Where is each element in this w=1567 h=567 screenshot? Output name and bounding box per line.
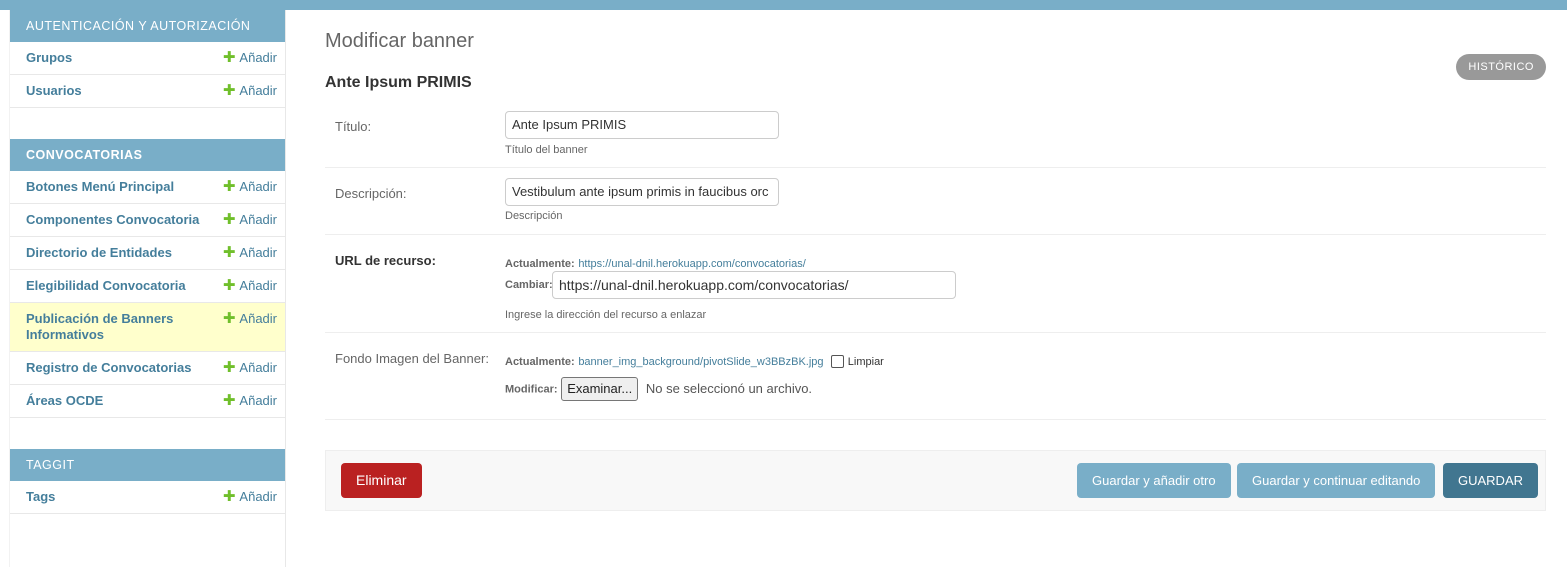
url-change-label: Cambiar: bbox=[505, 279, 553, 291]
form-row-url: URL de recurso: Actualmente: https://una… bbox=[325, 235, 1546, 333]
module-header-taggit[interactable]: TAGGIT bbox=[10, 449, 285, 481]
add-elegibilidad-link[interactable]: ✚ Añadir bbox=[223, 278, 277, 294]
sidebar-item-directorio: Directorio de Entidades ✚ Añadir bbox=[10, 237, 285, 270]
plus-icon: ✚ bbox=[222, 277, 236, 294]
form-row-titulo: Título: Ante Ipsum PRIMIS Título del ban… bbox=[325, 102, 1546, 168]
module-convocatorias: CONVOCATORIAS Botones Menú Principal ✚ Añ… bbox=[10, 139, 285, 418]
sidebar-item-usuarios: Usuarios ✚ Añadir bbox=[10, 75, 285, 108]
plus-icon: ✚ bbox=[222, 310, 236, 327]
titulo-input[interactable]: Ante Ipsum PRIMIS bbox=[505, 111, 779, 139]
browse-button[interactable]: Examinar... bbox=[561, 377, 639, 401]
model-link-directorio[interactable]: Directorio de Entidades bbox=[26, 245, 201, 261]
add-componentes-link[interactable]: ✚ Añadir bbox=[223, 212, 277, 228]
module-auth: AUTENTICACIÓN Y AUTORIZACIÓN Grupos ✚ Aña… bbox=[10, 10, 285, 108]
add-areas-link[interactable]: ✚ Añadir bbox=[223, 393, 277, 409]
descripcion-input[interactable]: Vestibulum ante ipsum primis in faucibus… bbox=[505, 178, 779, 206]
descripcion-label: Descripción: bbox=[335, 186, 407, 201]
save-continue-button[interactable]: Guardar y continuar editando bbox=[1237, 463, 1436, 498]
sidebar-item-registro: Registro de Convocatorias ✚ Añadir bbox=[10, 352, 285, 385]
plus-icon: ✚ bbox=[222, 178, 236, 195]
submit-row: Eliminar Guardar y añadir otro Guardar y… bbox=[325, 450, 1546, 511]
plus-icon: ✚ bbox=[222, 244, 236, 261]
url-input[interactable]: https://unal-dnil.herokuapp.com/convocat… bbox=[552, 271, 956, 299]
add-tags-link[interactable]: ✚ Añadir bbox=[223, 489, 277, 505]
model-link-elegibilidad[interactable]: Elegibilidad Convocatoria bbox=[26, 278, 201, 294]
sidebar-item-banners: Publicación de Banners Informativos ✚ Aña… bbox=[10, 303, 285, 352]
descripcion-help: Descripción bbox=[505, 210, 563, 222]
object-title: Ante Ipsum PRIMIS bbox=[325, 74, 472, 91]
plus-icon: ✚ bbox=[222, 359, 236, 376]
add-directorio-link[interactable]: ✚ Añadir bbox=[223, 245, 277, 261]
url-label: URL de recurso: bbox=[335, 253, 436, 268]
imagen-modify: Modificar: Examinar... No se seleccionó … bbox=[505, 377, 812, 401]
plus-icon: ✚ bbox=[222, 49, 236, 66]
sidebar-item-tags: Tags ✚ Añadir bbox=[10, 481, 285, 514]
model-link-botones[interactable]: Botones Menú Principal bbox=[26, 179, 201, 195]
save-add-another-button[interactable]: Guardar y añadir otro bbox=[1077, 463, 1231, 498]
imagen-current: Actualmente: banner_img_background/pivot… bbox=[505, 353, 884, 368]
modify-label: Modificar: bbox=[505, 383, 558, 396]
sidebar-item-componentes: Componentes Convocatoria ✚ Añadir bbox=[10, 204, 285, 237]
module-header-convocatorias[interactable]: CONVOCATORIAS bbox=[10, 139, 285, 171]
page-title: Modificar banner bbox=[325, 30, 474, 52]
model-link-componentes[interactable]: Componentes Convocatoria bbox=[26, 212, 201, 228]
model-link-registro[interactable]: Registro de Convocatorias bbox=[26, 360, 201, 376]
file-status: No se seleccionó un archivo. bbox=[645, 381, 813, 396]
sidebar-item-botones: Botones Menú Principal ✚ Añadir bbox=[10, 171, 285, 204]
sidebar-item-elegibilidad: Elegibilidad Convocatoria ✚ Añadir bbox=[10, 270, 285, 303]
url-current-label: Actualmente: bbox=[505, 258, 575, 270]
sidebar-item-grupos: Grupos ✚ Añadir bbox=[10, 42, 285, 75]
delete-button[interactable]: Eliminar bbox=[341, 463, 422, 498]
model-link-areas[interactable]: Áreas OCDE bbox=[26, 393, 201, 409]
sidebar-item-areas: Áreas OCDE ✚ Añadir bbox=[10, 385, 285, 418]
clear-checkbox[interactable] bbox=[831, 355, 845, 368]
model-link-usuarios[interactable]: Usuarios bbox=[26, 83, 201, 99]
model-link-tags[interactable]: Tags bbox=[26, 489, 201, 505]
form-row-imagen: Fondo Imagen del Banner: Actualmente: ba… bbox=[325, 333, 1546, 420]
sidebar: AUTENTICACIÓN Y AUTORIZACIÓN Grupos ✚ Aña… bbox=[9, 10, 286, 567]
add-botones-link[interactable]: ✚ Añadir bbox=[223, 179, 277, 195]
save-button[interactable]: GUARDAR bbox=[1443, 463, 1539, 498]
model-link-grupos[interactable]: Grupos bbox=[26, 50, 201, 66]
form-row-descripcion: Descripción: Vestibulum ante ipsum primi… bbox=[325, 168, 1546, 235]
imagen-current-link[interactable]: banner_img_background/pivotSlide_w3BBzBK… bbox=[578, 356, 823, 368]
add-registro-link[interactable]: ✚ Añadir bbox=[223, 360, 277, 376]
top-bar bbox=[0, 0, 1567, 10]
add-banners-link[interactable]: ✚ Añadir bbox=[223, 311, 277, 327]
clear-label: Limpiar bbox=[847, 356, 884, 368]
url-help: Ingrese la dirección del recurso a enlaz… bbox=[505, 309, 707, 321]
imagen-current-label: Actualmente: bbox=[505, 356, 575, 368]
imagen-label: Fondo Imagen del Banner: bbox=[335, 351, 489, 366]
module-header-auth[interactable]: AUTENTICACIÓN Y AUTORIZACIÓN bbox=[10, 10, 285, 42]
plus-icon: ✚ bbox=[222, 82, 236, 99]
plus-icon: ✚ bbox=[222, 392, 236, 409]
url-current-link[interactable]: https://unal-dnil.herokuapp.com/convocat… bbox=[578, 258, 805, 270]
url-current: Actualmente: https://unal-dnil.herokuapp… bbox=[505, 255, 806, 270]
plus-icon: ✚ bbox=[222, 211, 236, 228]
history-button[interactable]: HISTÓRICO bbox=[1456, 54, 1546, 80]
add-usuarios-link[interactable]: ✚ Añadir bbox=[223, 83, 277, 99]
add-grupos-link[interactable]: ✚ Añadir bbox=[223, 50, 277, 66]
module-taggit: TAGGIT Tags ✚ Añadir bbox=[10, 449, 285, 514]
model-link-banners[interactable]: Publicación de Banners Informativos bbox=[26, 311, 201, 343]
plus-icon: ✚ bbox=[222, 488, 236, 505]
titulo-label: Título: bbox=[335, 119, 372, 134]
titulo-help: Título del banner bbox=[505, 144, 588, 156]
